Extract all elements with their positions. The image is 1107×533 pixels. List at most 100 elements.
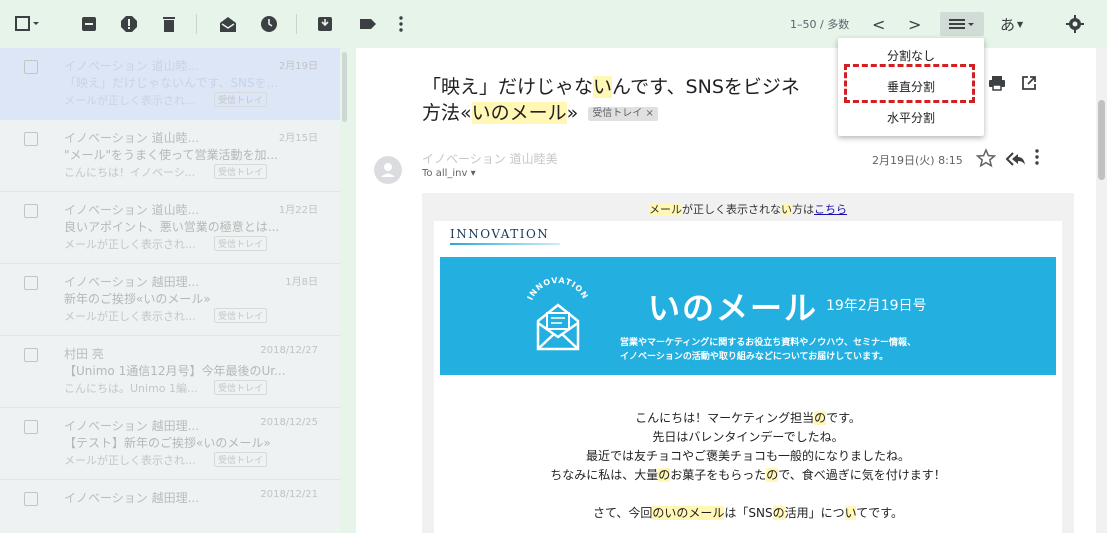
body-line: こんにちは！マーケティング担当のです。	[635, 411, 861, 425]
view-online-link[interactable]: こちら	[814, 203, 847, 216]
chevron-left-icon: <	[872, 14, 886, 34]
splitter-handle[interactable]	[342, 52, 347, 122]
spam-icon	[121, 16, 137, 32]
mail-date: 2月19日	[278, 61, 318, 72]
mail-sender: イノベーション 越田理...	[64, 419, 200, 433]
logo-arc-text: INNOVATION	[526, 276, 590, 302]
mail-label-chip: 受信トレイ	[214, 164, 268, 179]
archive-button[interactable]	[80, 12, 98, 36]
mail-list-item[interactable]: イノベーション 越田理... 1月8日 新年のご挨拶«いのメール» メールが正しく表示…	[0, 264, 340, 336]
mail-date: 2月15日	[278, 133, 318, 144]
prev-page-button[interactable]: <	[872, 12, 885, 36]
mail-subject: 【テスト】新年のご挨拶«いのメール»	[64, 436, 271, 450]
printer-icon	[989, 76, 1005, 91]
report-spam-button[interactable]	[120, 12, 138, 36]
open-in-new-icon	[1022, 76, 1036, 90]
mail-list-item[interactable]: イノベーション 道山睦... 1月22日 良いアポイント、悪い営業の極意とは... メ…	[0, 192, 340, 264]
row-checkbox[interactable]	[24, 204, 38, 218]
subject-highlight: いのメール	[471, 102, 567, 124]
split-pane-toggle[interactable]	[940, 12, 984, 36]
gear-icon	[1066, 15, 1084, 33]
row-checkbox[interactable]	[24, 420, 38, 434]
row-checkbox[interactable]	[24, 132, 38, 146]
newsletter-card: INNOVATION INNOVATION いのメール 19年2月19日号 営業…	[434, 221, 1062, 533]
mail-label-chip: 受信トレイ	[214, 92, 268, 107]
snooze-button[interactable]	[260, 12, 278, 36]
scrollbar-thumb[interactable]	[1098, 100, 1105, 180]
reading-pane-scrollbar[interactable]	[1096, 48, 1107, 533]
mark-read-button[interactable]	[218, 12, 238, 36]
mail-list-item[interactable]: イノベーション 越田理... 2018/12/25 【テスト】新年のご挨拶«いのメー…	[0, 408, 340, 480]
email-body-text: こんにちは！マーケティング担当のです。 先日はバレンタインデーでしたね。 最近で…	[434, 409, 1062, 523]
mail-label-chip: 受信トレイ	[214, 308, 268, 323]
subject-text: 方法«	[422, 102, 472, 124]
pane-splitter[interactable]	[340, 48, 356, 533]
envelope-logo-icon: INNOVATION	[518, 271, 598, 361]
mail-date: 2018/12/27	[260, 345, 318, 356]
labels-button[interactable]	[358, 12, 378, 36]
mail-list-item[interactable]: イノベーション 道山睦... 2月19日「映え」だけじゃないんです、SNSを...…	[0, 48, 340, 120]
view-online-notice: メールが正しく表示されない方はこちら	[422, 201, 1074, 217]
recipients-dropdown[interactable]: To all_inv ▾	[422, 168, 476, 179]
print-button[interactable]	[988, 74, 1008, 94]
message-subject: 「映え」だけじゃないんです、SNSをビジネ 方法«いのメール» 受信トレイ ×	[422, 74, 892, 126]
email-body: メールが正しく表示されない方はこちら INNOVATION INNOVATION	[422, 193, 1074, 533]
newsletter-description: 営業やマーケティングに関するお役立ち資料やノウハウ、セミナー情報、	[620, 338, 917, 348]
notice-highlight: い	[781, 203, 792, 216]
next-page-button[interactable]: >	[908, 12, 921, 36]
mail-list-item[interactable]: イノベーション 道山睦... 2月15日 "メール"をうまく使って営業活動を加...…	[0, 120, 340, 192]
menu-item-horizontal-split[interactable]: 水平分割	[838, 104, 984, 132]
newsletter-description: イノベーションの活動や取り組みなどについてお届けしています。	[620, 352, 889, 362]
mail-subject: "メール"をうまく使って営業活動を加...	[64, 148, 278, 162]
delete-button[interactable]	[160, 12, 178, 36]
body-line: ちなみに私は、大量のお菓子をもらったので、食べ過ぎに気を付けます！	[550, 468, 946, 482]
message-more-button[interactable]	[1034, 148, 1054, 168]
move-to-button[interactable]	[316, 12, 334, 36]
mail-list-item[interactable]: イノベーション 越田理... 2018/12/21	[0, 480, 340, 533]
notice-text: 方は	[792, 203, 814, 216]
newsletter-banner: INNOVATION いのメール 19年2月19日号 営業やマーケティングに関す…	[440, 257, 1056, 375]
person-icon	[381, 163, 395, 177]
open-in-new-window-button[interactable]	[1020, 74, 1040, 94]
select-all-checkbox[interactable]	[14, 12, 40, 36]
input-tools-button[interactable]: あ ▼	[1000, 12, 1023, 36]
sender-avatar	[374, 156, 402, 184]
row-checkbox[interactable]	[24, 276, 38, 290]
inbox-label-chip[interactable]: 受信トレイ ×	[588, 106, 658, 121]
subject-text: んです、SNSをビジネ	[612, 76, 800, 98]
mail-sender: イノベーション 道山睦...	[64, 59, 200, 73]
reply-all-icon	[1005, 152, 1025, 166]
mail-list-item[interactable]: 村田 亮 2018/12/27 【Unimo 1通信12月号】今年最後のUr... こ…	[0, 336, 340, 408]
mail-date: 1月22日	[278, 205, 318, 216]
star-icon	[975, 148, 997, 168]
subject-text: 「映え」だけじゃな	[422, 76, 594, 98]
mail-label-chip: 受信トレイ	[214, 452, 268, 467]
brand-logo: INNOVATION	[450, 227, 550, 241]
mail-subject: 「映え」だけじゃないんです、SNSを...	[64, 76, 279, 90]
mail-sender: イノベーション 道山睦...	[64, 131, 200, 145]
mail-label-chip: 受信トレイ	[214, 236, 268, 251]
mail-sender: イノベーション 越田理...	[64, 491, 200, 505]
mail-sender: イノベーション 道山睦...	[64, 203, 200, 217]
mail-subject: 良いアポイント、悪い営業の極意とは...	[64, 220, 280, 234]
reply-all-button[interactable]	[1004, 150, 1026, 168]
row-checkbox[interactable]	[24, 60, 38, 74]
sender-name[interactable]: イノベーション 道山睦美	[422, 150, 558, 167]
star-button[interactable]	[975, 148, 997, 168]
caret-down-icon: ▼	[1017, 19, 1024, 29]
row-checkbox[interactable]	[24, 348, 38, 362]
reading-pane: 「映え」だけじゃないんです、SNSをビジネ 方法«いのメール» 受信トレイ × …	[356, 48, 1096, 533]
mail-list: イノベーション 道山睦... 2月19日「映え」だけじゃないんです、SNSを...…	[0, 48, 340, 533]
mail-date: 2018/12/21	[260, 489, 318, 500]
notice-text: が正しく表示されな	[682, 203, 781, 216]
toolbar-divider	[196, 14, 197, 34]
label-icon	[360, 19, 376, 29]
body-line: 最近では友チョコやご褒美チョコも一般的になりましたね。	[585, 449, 910, 463]
row-checkbox[interactable]	[24, 492, 38, 506]
mail-subject: 新年のご挨拶«いのメール»	[64, 292, 211, 306]
clock-icon	[261, 16, 277, 32]
more-vert-icon	[399, 16, 403, 32]
more-actions-button[interactable]	[398, 12, 404, 36]
settings-button[interactable]	[1066, 12, 1084, 36]
annotation-highlight-box	[844, 64, 975, 103]
